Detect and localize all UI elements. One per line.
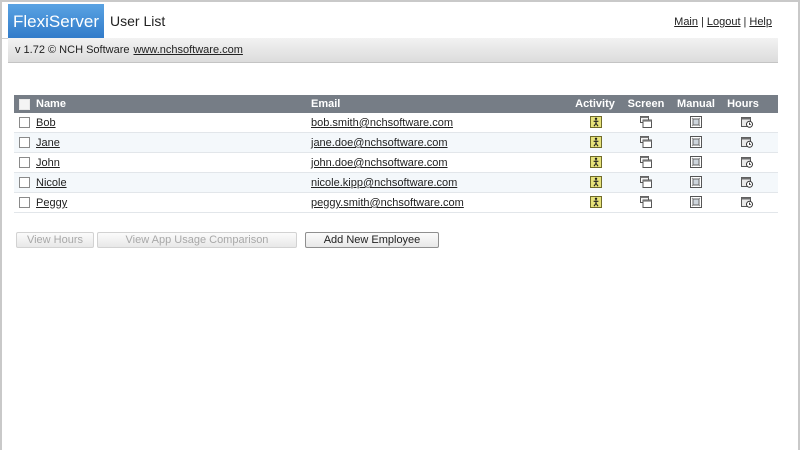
activity-person-icon[interactable] <box>590 116 602 128</box>
app-logo: FlexiServer <box>8 4 104 40</box>
column-header-name: Name <box>36 98 66 110</box>
view-hours-button[interactable]: View Hours <box>16 232 94 248</box>
hours-clock-icon[interactable] <box>741 156 753 168</box>
manual-image-icon[interactable] <box>690 116 702 128</box>
employee-email-link[interactable]: jane.doe@nchsoftware.com <box>311 137 448 149</box>
activity-person-icon[interactable] <box>590 136 602 148</box>
column-header-email: Email <box>311 98 341 110</box>
table-row: Bob bob.smith@nchsoftware.com <box>14 113 778 133</box>
employee-email-link[interactable]: bob.smith@nchsoftware.com <box>311 117 453 129</box>
table-body: Bob bob.smith@nchsoftware.com Jane jane.doe… <box>14 113 778 213</box>
manual-image-icon[interactable] <box>690 136 702 148</box>
column-header-hours: Hours <box>727 98 759 110</box>
employee-name-link[interactable]: Bob <box>36 117 56 129</box>
column-header-activity: Activity <box>575 98 615 110</box>
hours-clock-icon[interactable] <box>741 136 753 148</box>
manual-image-icon[interactable] <box>690 156 702 168</box>
employee-name-link[interactable]: Peggy <box>36 197 67 209</box>
employee-email-link[interactable]: peggy.smith@nchsoftware.com <box>311 197 464 209</box>
manual-image-icon[interactable] <box>690 196 702 208</box>
column-header-manual: Manual <box>677 98 715 110</box>
table-row: Jane jane.doe@nchsoftware.com <box>14 133 778 153</box>
column-header-screen: Screen <box>627 98 665 110</box>
version-text: v 1.72 © NCH Software www.nchsoftware.com <box>15 44 243 56</box>
add-new-employee-button[interactable]: Add New Employee <box>305 232 439 248</box>
top-nav-links: Main | Logout | Help <box>674 16 772 28</box>
screen-windows-icon[interactable] <box>640 196 652 208</box>
hours-clock-icon[interactable] <box>741 176 753 188</box>
row-checkbox[interactable] <box>19 117 30 128</box>
main-link[interactable]: Main <box>674 16 698 28</box>
nch-website-link[interactable]: www.nchsoftware.com <box>133 44 242 56</box>
version-bar: v 1.72 © NCH Software www.nchsoftware.com <box>8 38 778 63</box>
employee-name-link[interactable]: John <box>36 157 60 169</box>
row-checkbox[interactable] <box>19 137 30 148</box>
row-checkbox[interactable] <box>19 157 30 168</box>
screen-windows-icon[interactable] <box>640 136 652 148</box>
employee-email-link[interactable]: john.doe@nchsoftware.com <box>311 157 448 169</box>
screen-windows-icon[interactable] <box>640 156 652 168</box>
screen-windows-icon[interactable] <box>640 116 652 128</box>
hours-clock-icon[interactable] <box>741 196 753 208</box>
activity-person-icon[interactable] <box>590 176 602 188</box>
activity-person-icon[interactable] <box>590 196 602 208</box>
table-row: Nicole nicole.kipp@nchsoftware.com <box>14 173 778 193</box>
screen-windows-icon[interactable] <box>640 176 652 188</box>
manual-image-icon[interactable] <box>690 176 702 188</box>
view-app-usage-button[interactable]: View App Usage Comparison <box>97 232 297 248</box>
row-checkbox[interactable] <box>19 177 30 188</box>
window-frame-left <box>0 0 2 450</box>
logout-link[interactable]: Logout <box>707 16 741 28</box>
row-checkbox[interactable] <box>19 197 30 208</box>
activity-person-icon[interactable] <box>590 156 602 168</box>
employee-name-link[interactable]: Jane <box>36 137 60 149</box>
user-table: Name Email Activity Screen Manual Hours … <box>14 95 778 213</box>
employee-name-link[interactable]: Nicole <box>36 177 67 189</box>
table-row: John john.doe@nchsoftware.com <box>14 153 778 173</box>
page-title: User List <box>110 13 166 29</box>
table-header: Name Email Activity Screen Manual Hours <box>14 95 778 113</box>
employee-email-link[interactable]: nicole.kipp@nchsoftware.com <box>311 177 457 189</box>
version-label: v 1.72 © NCH Software <box>15 44 130 56</box>
header: FlexiServer User List Main | Logout | Help <box>2 2 778 40</box>
table-row: Peggy peggy.smith@nchsoftware.com <box>14 193 778 213</box>
help-link[interactable]: Help <box>749 16 772 28</box>
hours-clock-icon[interactable] <box>741 116 753 128</box>
select-all-checkbox[interactable] <box>19 99 30 110</box>
